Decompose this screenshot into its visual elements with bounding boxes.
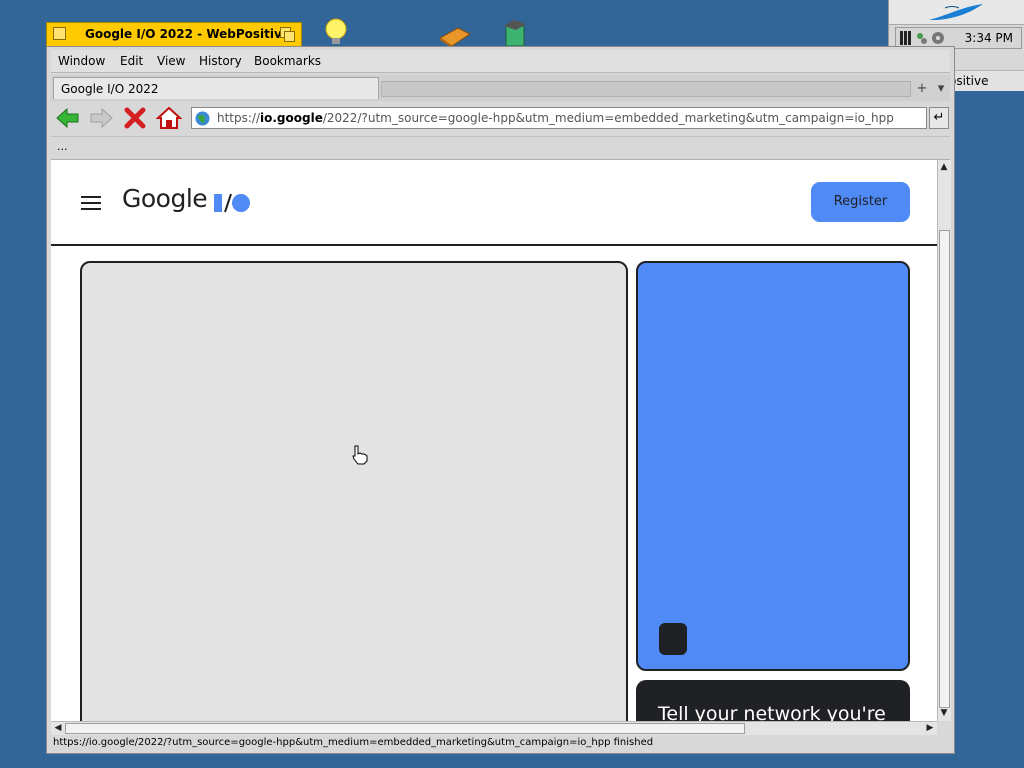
clock[interactable]: 3:34 PM xyxy=(965,31,1013,45)
navigation-bar: https://io.google/2022/?utm_source=googl… xyxy=(51,103,950,133)
url-field[interactable]: https://io.google/2022/?utm_source=googl… xyxy=(191,107,927,129)
back-icon[interactable] xyxy=(55,106,81,130)
new-tab-icon[interactable]: + xyxy=(913,80,931,98)
tab-label: Google I/O 2022 xyxy=(61,82,159,96)
horizontal-scrollbar[interactable]: ◀ ▶ xyxy=(51,721,937,735)
register-button[interactable]: Register xyxy=(811,182,910,222)
bookmark-bar: ... xyxy=(51,136,950,160)
package-icon[interactable] xyxy=(438,24,472,48)
promo-chip xyxy=(659,623,687,655)
hero-card xyxy=(80,261,628,721)
hand-cursor-icon xyxy=(352,445,368,465)
scroll-up-icon[interactable]: ▲ xyxy=(937,160,951,174)
web-content[interactable]: Google Register Tell your network you're xyxy=(51,160,937,721)
status-bar: https://io.google/2022/?utm_source=googl… xyxy=(51,737,950,751)
site-header: Google Register xyxy=(51,160,937,246)
menu-edit[interactable]: Edit xyxy=(120,54,143,68)
promo-card-dark[interactable]: Tell your network you're xyxy=(636,680,910,721)
window-title: Google I/O 2022 - WebPositive xyxy=(85,27,290,41)
zoom-button[interactable] xyxy=(280,27,295,42)
trash-icon[interactable] xyxy=(500,18,530,48)
tab-strip: Google I/O 2022 + ▾ xyxy=(51,75,950,101)
google-logo[interactable]: Google xyxy=(122,184,208,213)
stop-icon[interactable] xyxy=(122,106,148,130)
promo-text: Tell your network you're xyxy=(658,703,886,721)
menu-window[interactable]: Window xyxy=(58,54,105,68)
tab-strip-empty xyxy=(381,81,911,97)
status-text: https://io.google/2022/?utm_source=googl… xyxy=(53,737,654,748)
tab-menu-icon[interactable]: ▾ xyxy=(932,80,950,98)
scroll-down-icon[interactable]: ▼ xyxy=(937,706,951,720)
forward-icon[interactable] xyxy=(88,106,114,130)
window-title-tab[interactable]: Google I/O 2022 - WebPositive xyxy=(46,22,302,46)
scroll-left-icon[interactable]: ◀ xyxy=(51,721,65,735)
promo-card-blue xyxy=(636,261,910,671)
menu-view[interactable]: View xyxy=(157,54,185,68)
vertical-scrollbar[interactable]: ▲ ▼ xyxy=(937,160,951,721)
bookmark-overflow[interactable]: ... xyxy=(57,140,68,153)
url-text: https://io.google/2022/?utm_source=googl… xyxy=(217,111,894,125)
haiku-leaf-icon xyxy=(929,4,983,20)
close-button[interactable] xyxy=(53,27,66,40)
scroll-right-icon[interactable]: ▶ xyxy=(923,721,937,735)
io-logo-icon[interactable] xyxy=(212,191,252,215)
browser-window: Window Edit View History Bookmarks Googl… xyxy=(46,46,955,754)
menu-history[interactable]: History xyxy=(199,54,242,68)
tab-google-io[interactable]: Google I/O 2022 xyxy=(53,77,379,99)
vertical-scroll-thumb[interactable] xyxy=(939,230,950,708)
go-icon[interactable]: ↵ xyxy=(929,107,949,129)
home-icon[interactable] xyxy=(156,106,182,130)
url-host: io.google xyxy=(260,111,323,125)
horizontal-scroll-thumb[interactable] xyxy=(65,723,745,734)
globe-icon xyxy=(195,111,210,126)
hamburger-menu-icon[interactable] xyxy=(81,196,101,212)
menubar: Window Edit View History Bookmarks xyxy=(51,50,950,73)
leaf-menu[interactable] xyxy=(889,0,1024,25)
menu-bookmarks[interactable]: Bookmarks xyxy=(254,54,321,68)
tray-icons[interactable] xyxy=(900,31,952,45)
lightbulb-icon[interactable] xyxy=(323,18,349,46)
